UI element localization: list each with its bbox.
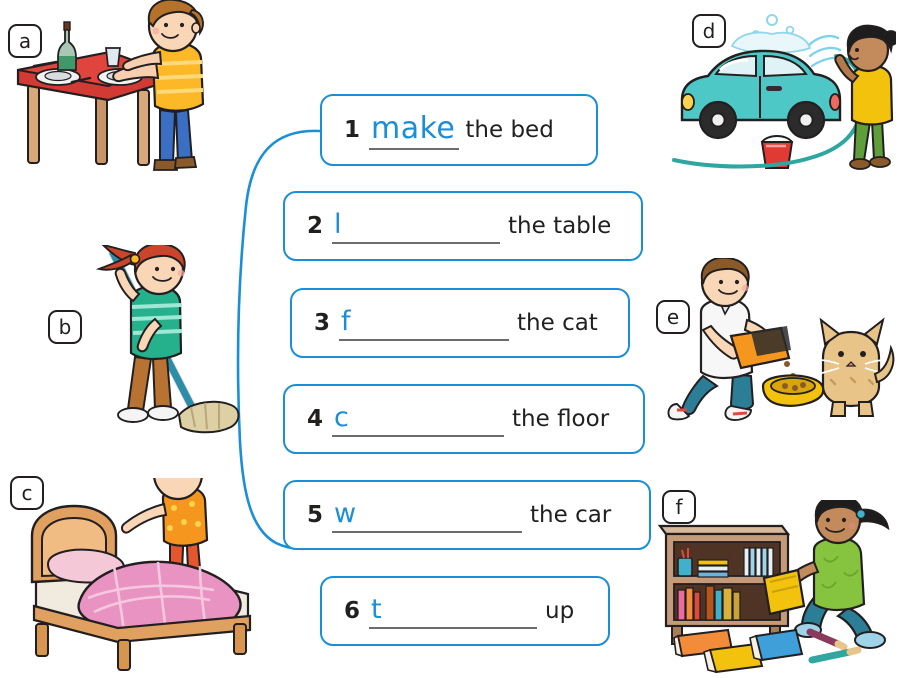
illustration-f-tidying-up xyxy=(652,500,896,675)
exercise-6-answer[interactable]: t xyxy=(369,594,538,629)
exercise-1-number: 1 xyxy=(344,117,361,143)
picture-label-d-text: d xyxy=(702,19,716,43)
picture-label-f: f xyxy=(662,490,696,524)
illustration-a-setting-table xyxy=(10,0,260,190)
exercise-5-tail: the car xyxy=(530,502,612,528)
picture-label-e: e xyxy=(656,300,690,334)
exercise-4-tail: the floor xyxy=(512,406,610,432)
picture-label-f-text: f xyxy=(675,495,683,519)
illustration-c-making-bed xyxy=(18,478,268,673)
exercise-5[interactable]: 5 w the car xyxy=(283,480,651,550)
picture-label-d: d xyxy=(692,14,726,48)
exercise-3-answer[interactable]: f xyxy=(339,306,510,341)
exercise-1-answer[interactable]: make xyxy=(369,111,460,150)
picture-label-a: a xyxy=(8,24,42,58)
picture-label-a-text: a xyxy=(18,29,32,53)
picture-label-b: b xyxy=(48,310,82,344)
illustration-b-mopping-floor xyxy=(95,245,255,445)
exercise-4-answer[interactable]: c xyxy=(332,402,505,437)
exercise-2[interactable]: 2 l the table xyxy=(283,191,643,261)
exercise-6-number: 6 xyxy=(344,598,361,624)
exercise-2-answer[interactable]: l xyxy=(332,209,501,244)
exercise-3[interactable]: 3 f the cat xyxy=(290,288,630,358)
picture-label-e-text: e xyxy=(666,305,680,329)
worksheet-page: a b c d e f 1 make the bed 2 l the table… xyxy=(0,0,898,678)
exercise-5-number: 5 xyxy=(307,502,324,528)
exercise-3-number: 3 xyxy=(314,310,331,336)
exercise-2-number: 2 xyxy=(307,213,324,239)
picture-label-c-text: c xyxy=(21,481,33,505)
exercise-1[interactable]: 1 make the bed xyxy=(320,94,598,166)
picture-label-b-text: b xyxy=(58,315,72,339)
exercise-6-tail: up xyxy=(545,598,575,624)
picture-label-c: c xyxy=(10,476,44,510)
exercise-1-tail: the bed xyxy=(465,117,554,143)
exercise-4-number: 4 xyxy=(307,406,324,432)
exercise-4[interactable]: 4 c the floor xyxy=(283,384,645,454)
exercise-3-tail: the cat xyxy=(517,310,598,336)
exercise-6[interactable]: 6 t up xyxy=(320,576,610,646)
illustration-e-feeding-cat xyxy=(655,258,897,438)
exercise-5-answer[interactable]: w xyxy=(332,498,523,533)
exercise-2-tail: the table xyxy=(508,213,612,239)
